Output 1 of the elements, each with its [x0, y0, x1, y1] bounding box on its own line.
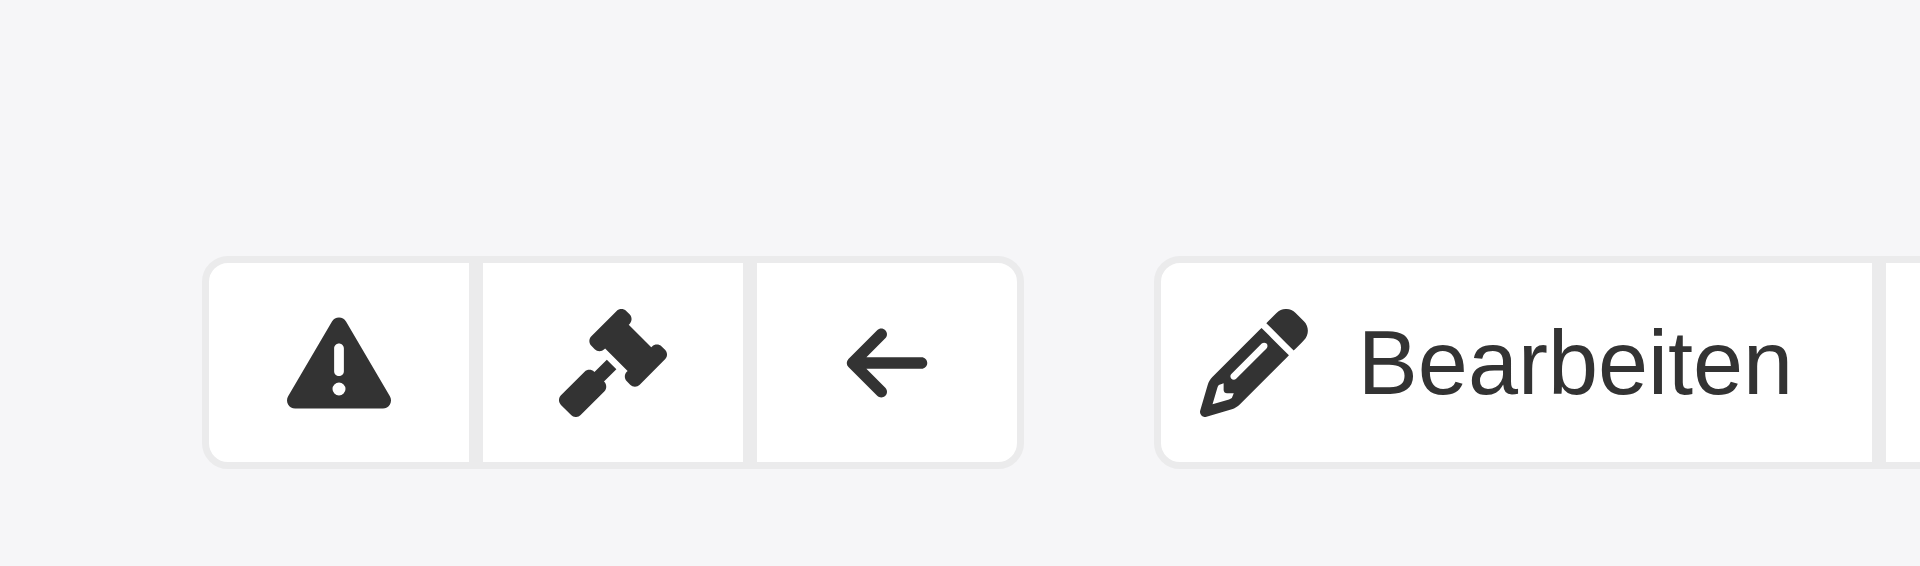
- edit-button[interactable]: Bearbeiten: [1154, 256, 1879, 469]
